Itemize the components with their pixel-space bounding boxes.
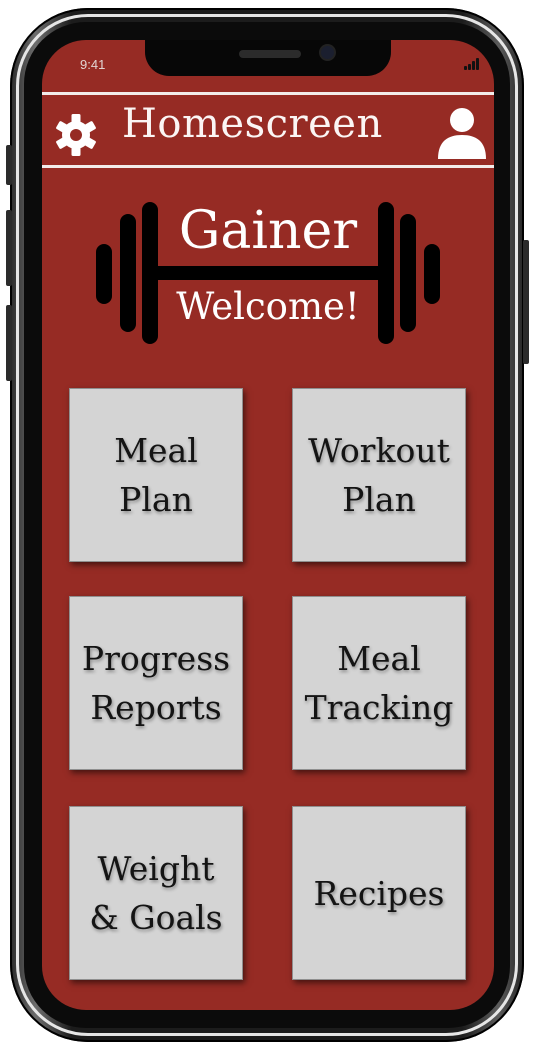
weight-goals-tile[interactable]: Weight & Goals — [69, 806, 243, 980]
user-icon — [438, 108, 486, 159]
tile-label: Weight & Goals — [89, 849, 223, 937]
volume-up-button — [6, 210, 12, 286]
tile-label: Meal Plan — [114, 431, 198, 519]
app-screen: 9:41 Homescreen Gainer Welcome! Meal Pla… — [42, 40, 494, 1010]
power-button — [523, 240, 529, 364]
progress-reports-tile[interactable]: Progress Reports — [69, 596, 243, 770]
tile-label: Workout Plan — [308, 431, 450, 519]
speaker-grille — [239, 50, 301, 58]
status-time: 9:41 — [80, 57, 106, 72]
tile-label: Meal Tracking — [304, 639, 454, 727]
page-title: Homescreen — [122, 101, 383, 147]
profile-button[interactable] — [436, 105, 488, 161]
front-camera — [321, 46, 334, 59]
settings-button[interactable] — [52, 111, 100, 159]
wifi-icon — [490, 58, 494, 65]
tile-label: Progress Reports — [81, 639, 231, 727]
app-name: Gainer — [178, 201, 358, 261]
mute-switch — [6, 145, 12, 185]
gear-icon — [56, 114, 96, 156]
header-bar: Homescreen — [42, 92, 494, 168]
workout-plan-tile[interactable]: Workout Plan — [292, 388, 466, 562]
notch — [145, 40, 391, 76]
meal-tracking-tile[interactable]: Meal Tracking — [292, 596, 466, 770]
volume-down-button — [6, 305, 12, 381]
meal-plan-tile[interactable]: Meal Plan — [69, 388, 243, 562]
tile-label: Recipes — [313, 873, 445, 913]
welcome-text: Welcome! — [176, 285, 360, 328]
recipes-tile[interactable]: Recipes — [292, 806, 466, 980]
